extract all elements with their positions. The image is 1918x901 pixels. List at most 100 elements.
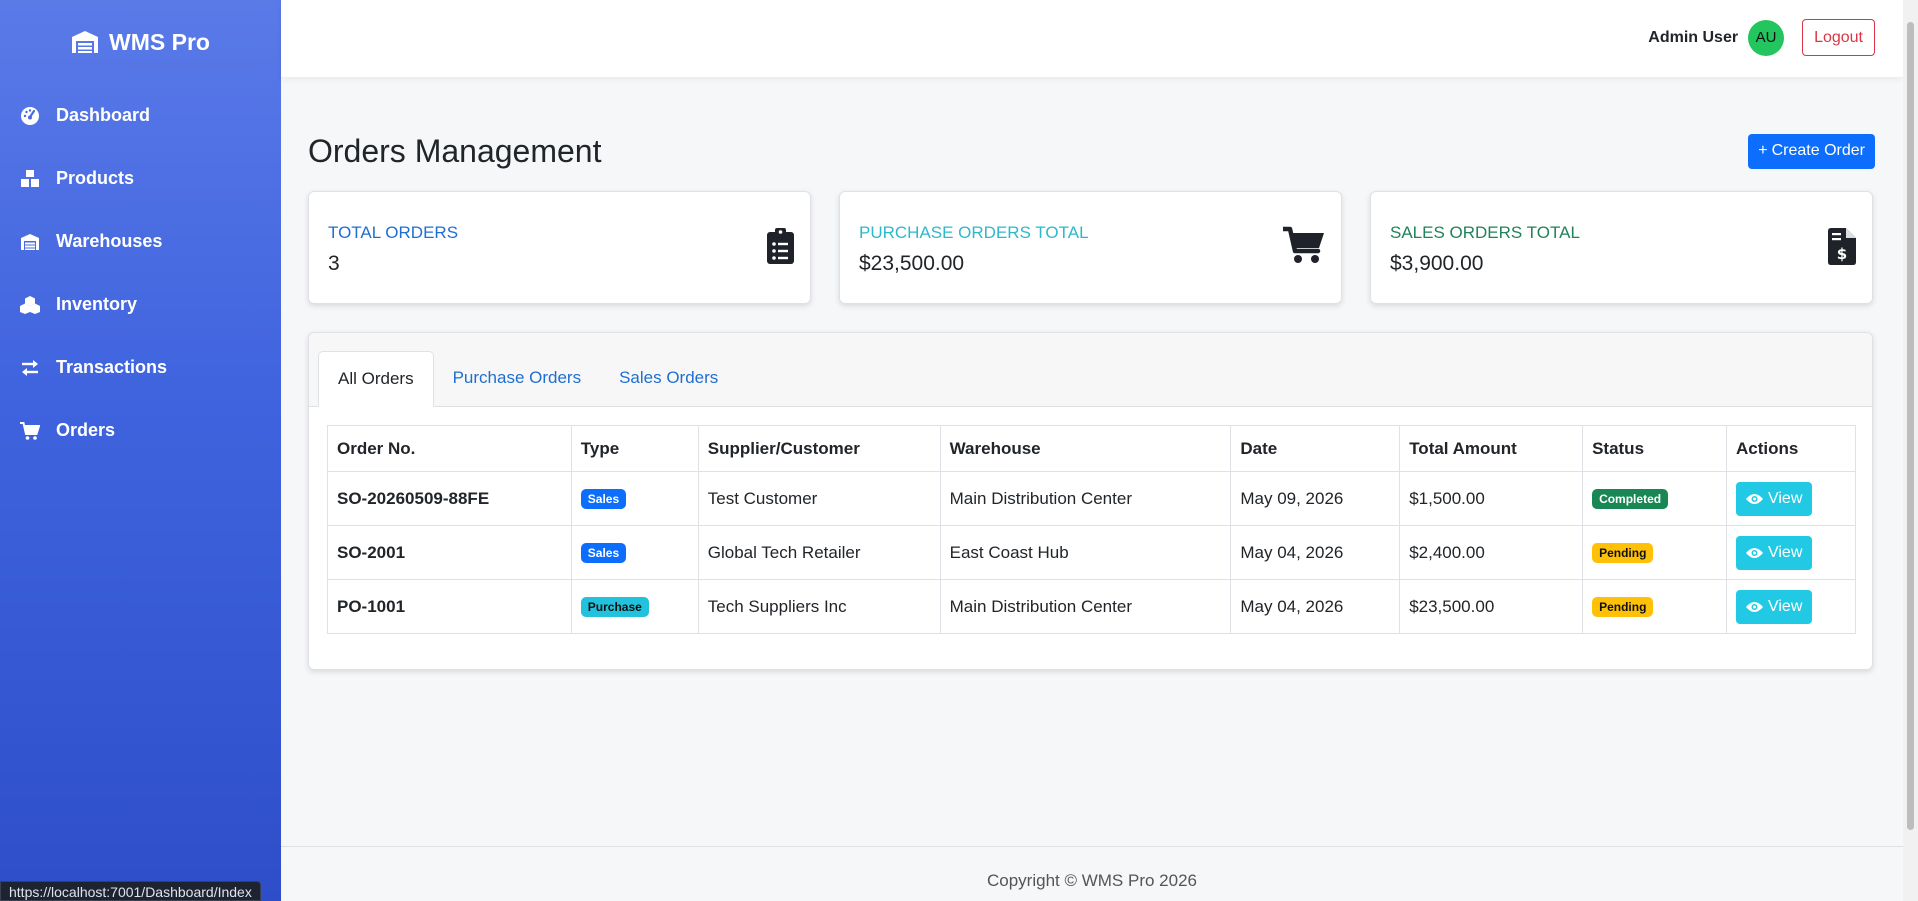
date-cell: May 04, 2026 <box>1230 579 1401 634</box>
sidebar-item-label: Inventory <box>56 294 138 314</box>
column-header[interactable]: Type <box>570 425 699 472</box>
total-cell: $23,500.00 <box>1399 579 1584 634</box>
table-header-row: Order No. Type Supplier/Customer Warehou… <box>327 425 1857 472</box>
clipboard-list-icon <box>767 228 794 264</box>
date-cell: May 04, 2026 <box>1230 525 1401 580</box>
actions-cell: View <box>1725 471 1857 526</box>
status-badge: Completed <box>1592 489 1669 509</box>
orders-card: All Orders Purchase Orders Sales Orders … <box>308 332 1873 670</box>
column-header[interactable]: Order No. <box>327 425 572 472</box>
sidebar: WMS Pro Dashboard Products Warehouses In… <box>0 0 281 901</box>
stat-card-purchase-total: PURCHASE ORDERS TOTAL $23,500.00 <box>839 191 1342 304</box>
tab-purchase-orders[interactable]: Purchase Orders <box>434 350 601 406</box>
type-cell: Sales <box>570 471 699 526</box>
view-button[interactable]: View <box>1735 589 1813 624</box>
warehouse-icon <box>21 233 39 250</box>
actions-cell: View <box>1725 579 1857 634</box>
logout-button[interactable]: Logout <box>1802 19 1875 56</box>
exchange-arrows-icon <box>22 359 38 376</box>
table-row: PO-1001 Purchase Tech Suppliers Inc Main… <box>327 579 1857 634</box>
stat-card-sales-total: SALES ORDERS TOTAL $3,900.00 $ <box>1370 191 1873 304</box>
user-area: Admin User AU Logout <box>1648 19 1875 56</box>
sidebar-item-products[interactable]: Products <box>0 147 281 210</box>
column-header[interactable]: Supplier/Customer <box>697 425 941 472</box>
sidebar-item-label: Orders <box>56 420 116 440</box>
sidebar-item-transactions[interactable]: Transactions <box>0 336 281 399</box>
party-cell: Global Tech Retailer <box>697 525 941 580</box>
column-header[interactable]: Date <box>1230 425 1401 472</box>
orders-table: Order No. Type Supplier/Customer Warehou… <box>327 425 1857 634</box>
sidebar-item-label: Products <box>56 168 135 188</box>
status-badge: Pending <box>1592 543 1654 563</box>
table-row: SO-2001 Sales Global Tech Retailer East … <box>327 525 1857 580</box>
page-title: Orders Management <box>308 132 602 169</box>
gauge-icon <box>21 106 39 125</box>
actions-cell: View <box>1725 525 1857 580</box>
stat-value: $23,500.00 <box>859 252 965 275</box>
stats-row: TOTAL ORDERS 3 PURCHASE ORDERS TOTAL $23… <box>308 191 1875 304</box>
sidebar-item-warehouses[interactable]: Warehouses <box>0 210 281 273</box>
create-order-label: Create Order <box>1771 142 1865 159</box>
view-label: View <box>1767 543 1803 561</box>
sidebar-item-orders[interactable]: Orders <box>0 399 281 462</box>
topbar: Admin User AU Logout <box>281 0 1903 77</box>
brand[interactable]: WMS Pro <box>0 0 281 84</box>
eye-icon <box>1745 493 1763 504</box>
warehouse-cell: East Coast Hub <box>939 525 1232 580</box>
view-button[interactable]: View <box>1735 481 1813 516</box>
tab-all-orders[interactable]: All Orders <box>318 351 434 407</box>
sidebar-item-inventory[interactable]: Inventory <box>0 273 281 336</box>
column-header[interactable]: Status <box>1582 425 1727 472</box>
column-header: Actions <box>1725 425 1857 472</box>
order-tabs: All Orders Purchase Orders Sales Orders <box>309 333 1872 407</box>
page-scrollbar[interactable] <box>1903 0 1918 901</box>
type-cell: Sales <box>570 525 699 580</box>
sidebar-item-dashboard[interactable]: Dashboard <box>0 84 281 147</box>
stat-value: $3,900.00 <box>1390 252 1484 275</box>
type-badge: Sales <box>580 489 627 509</box>
tab-sales-orders[interactable]: Sales Orders <box>600 350 737 406</box>
plus-icon: + <box>1758 142 1768 159</box>
copyright-text: Copyright © WMS Pro 2026 <box>987 871 1197 890</box>
warehouse-cell: Main Distribution Center <box>939 471 1232 526</box>
sidebar-item-label: Transactions <box>56 357 168 377</box>
stat-value: 3 <box>328 252 340 275</box>
date-cell: May 09, 2026 <box>1230 471 1401 526</box>
view-label: View <box>1767 597 1803 615</box>
eye-icon <box>1745 601 1763 612</box>
user-name: Admin User <box>1648 28 1739 46</box>
scrollbar-thumb[interactable] <box>1907 22 1914 830</box>
page-header: Orders Management + Create Order <box>308 131 1875 171</box>
footer: Copyright © WMS Pro 2026 <box>281 846 1903 901</box>
warehouse-icon <box>72 31 99 53</box>
sidebar-item-label: Warehouses <box>56 231 163 251</box>
status-badge: Pending <box>1592 597 1654 617</box>
shopping-cart-icon <box>20 421 40 440</box>
column-header[interactable]: Warehouse <box>939 425 1232 472</box>
type-badge: Purchase <box>580 597 649 617</box>
sidebar-item-label: Dashboard <box>56 105 151 125</box>
party-cell: Tech Suppliers Inc <box>697 579 941 634</box>
shopping-cart-icon <box>1283 226 1324 263</box>
party-cell: Test Customer <box>697 471 941 526</box>
type-badge: Sales <box>580 543 627 563</box>
create-order-button[interactable]: + Create Order <box>1748 133 1875 169</box>
warehouse-cell: Main Distribution Center <box>939 579 1232 634</box>
svg-text:$: $ <box>1837 245 1847 263</box>
order-number: SO-2001 <box>327 525 572 580</box>
brand-name: WMS Pro <box>109 28 210 55</box>
boxes-icon <box>21 169 39 187</box>
cubes-icon <box>20 295 40 314</box>
main-content: Orders Management + Create Order TOTAL O… <box>308 77 1875 670</box>
table-row: SO-20260509-88FE Sales Test Customer Mai… <box>327 471 1857 526</box>
view-label: View <box>1767 489 1803 507</box>
status-cell: Completed <box>1582 471 1727 526</box>
view-button[interactable]: View <box>1735 535 1813 570</box>
status-cell: Pending <box>1582 525 1727 580</box>
eye-icon <box>1745 547 1763 558</box>
type-cell: Purchase <box>570 579 699 634</box>
stat-label: SALES ORDERS TOTAL <box>1390 223 1580 242</box>
stat-label: TOTAL ORDERS <box>328 223 459 242</box>
column-header[interactable]: Total Amount <box>1399 425 1584 472</box>
avatar[interactable]: AU <box>1748 19 1785 56</box>
